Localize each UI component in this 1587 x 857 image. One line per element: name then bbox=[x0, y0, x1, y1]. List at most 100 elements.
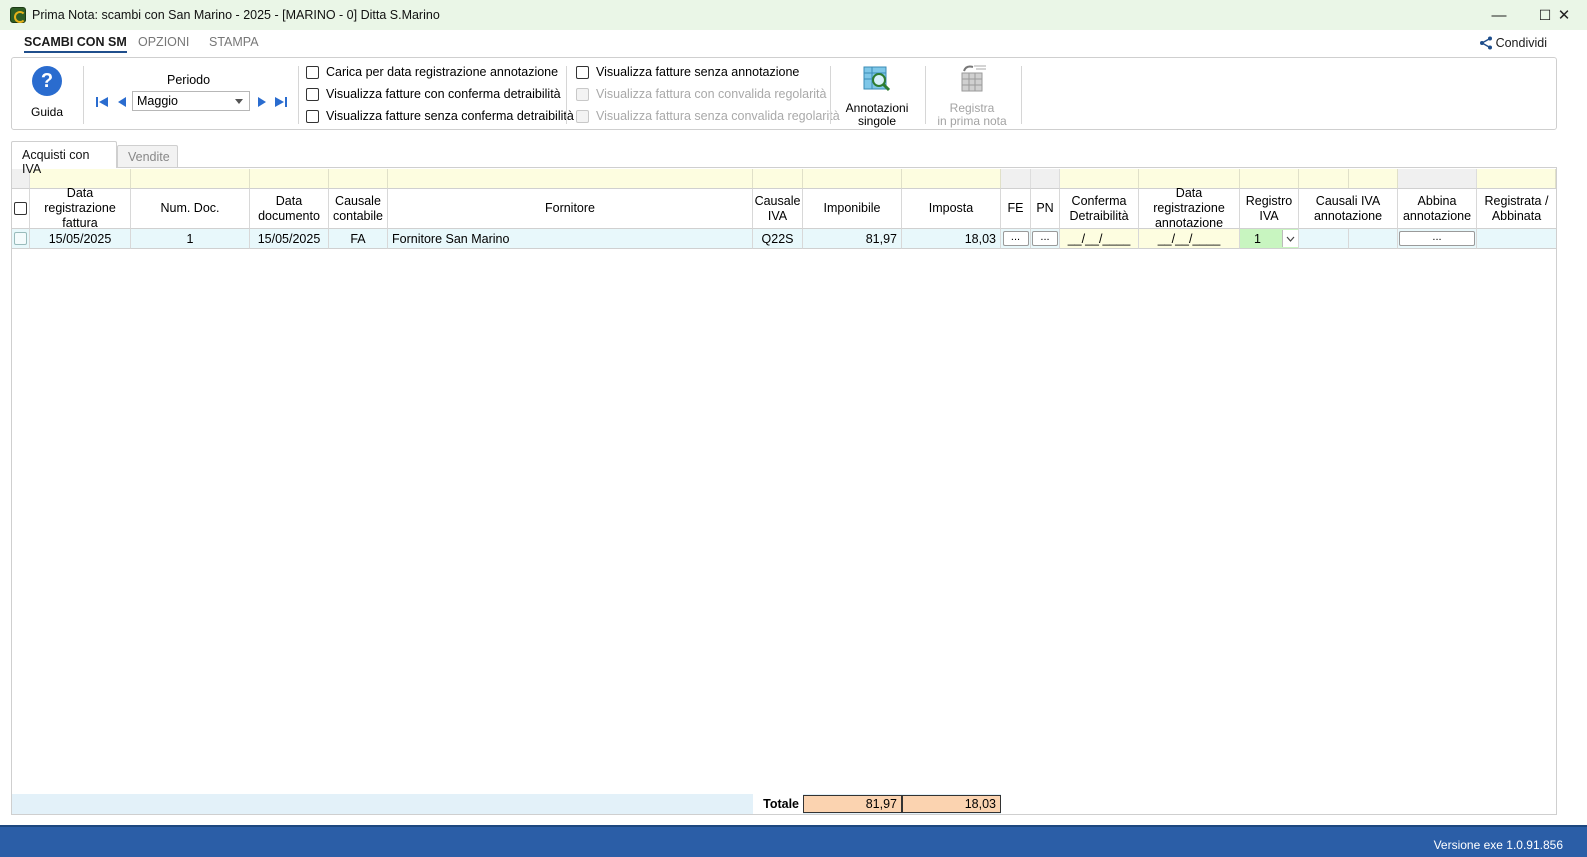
cell-fornitore[interactable]: Fornitore San Marino bbox=[388, 229, 753, 249]
header-causale-contabile[interactable]: Causale contabile bbox=[329, 188, 388, 229]
cell-registro-iva[interactable]: 1 bbox=[1240, 229, 1299, 249]
filter-cell[interactable] bbox=[753, 169, 803, 188]
header-causali-iva-annotazione[interactable]: Causali IVA annotazione bbox=[1299, 188, 1398, 229]
previous-period-button[interactable] bbox=[114, 95, 130, 109]
cell-data-reg-annotazione[interactable]: __/__/____ bbox=[1139, 229, 1240, 249]
filter-cell[interactable] bbox=[1240, 169, 1299, 188]
header-data-reg-annotazione[interactable]: Data registrazione annotazione bbox=[1139, 186, 1240, 230]
checkbox[interactable] bbox=[306, 109, 319, 123]
checkbox bbox=[576, 109, 589, 123]
header-line: IVA bbox=[1259, 208, 1279, 223]
filter-cell[interactable] bbox=[1299, 169, 1349, 188]
filter-cell[interactable] bbox=[902, 169, 1001, 188]
minimize-button[interactable]: — bbox=[1476, 0, 1522, 30]
checkbox-label: Visualizza fatture senza conferma detrai… bbox=[326, 109, 574, 123]
fe-button[interactable]: ... bbox=[1002, 231, 1029, 246]
header-imponibile[interactable]: Imponibile bbox=[803, 188, 902, 229]
cell-imponibile[interactable]: 81,97 bbox=[803, 229, 902, 249]
periodo-select[interactable]: Maggio bbox=[132, 91, 250, 111]
cell-imposta[interactable]: 18,03 bbox=[902, 229, 1001, 249]
help-icon: ? bbox=[32, 66, 62, 96]
chk-carica-data-registrazione[interactable]: Carica per data registrazione annotazion… bbox=[306, 65, 558, 79]
filter-cell[interactable] bbox=[1349, 169, 1398, 188]
tab-scambi-con-sm[interactable]: SCAMBI CON SM bbox=[24, 35, 127, 53]
filter-cell[interactable] bbox=[1477, 169, 1556, 188]
total-imponibile: 81,97 bbox=[803, 795, 902, 813]
data-grid: Data registrazione fattura Num. Doc. Data… bbox=[11, 167, 1557, 815]
share-label: Condividi bbox=[1495, 36, 1547, 50]
cell-registrata-abbinata[interactable] bbox=[1477, 229, 1556, 249]
guida-label: Guida bbox=[30, 105, 64, 119]
header-fornitore[interactable]: Fornitore bbox=[388, 188, 753, 229]
header-data-documento[interactable]: Data documento bbox=[250, 188, 329, 229]
header-num-doc[interactable]: Num. Doc. bbox=[131, 188, 250, 229]
header-causale-iva[interactable]: Causale IVA bbox=[753, 188, 803, 229]
share-button[interactable]: Condividi bbox=[1479, 36, 1547, 50]
first-period-button[interactable] bbox=[94, 95, 110, 109]
tab-stampa[interactable]: STAMPA bbox=[209, 35, 259, 49]
cell-conferma-detraibilita[interactable]: __/__/____ bbox=[1060, 229, 1139, 249]
ribbon-panel: ? Guida Periodo Maggio Carica per data r… bbox=[11, 57, 1557, 130]
chk-senza-conferma-detraibilita[interactable]: Visualizza fatture senza conferma detrai… bbox=[306, 109, 574, 123]
close-button[interactable]: ✕ bbox=[1544, 0, 1584, 30]
version-label: Versione exe 1.0.91.856 bbox=[1433, 838, 1563, 852]
checkbox[interactable] bbox=[306, 65, 319, 79]
registro-value: 1 bbox=[1254, 231, 1261, 246]
cell-pn: ... bbox=[1031, 229, 1060, 249]
row-checkbox[interactable] bbox=[14, 232, 27, 245]
header-registro-iva[interactable]: Registro IVA bbox=[1240, 188, 1299, 229]
filter-cell bbox=[1001, 169, 1031, 188]
chevron-down-icon bbox=[235, 99, 243, 104]
filter-cell[interactable] bbox=[131, 169, 250, 188]
pn-button[interactable]: ... bbox=[1032, 231, 1058, 246]
header-line: Conferma bbox=[1071, 193, 1127, 208]
filter-cell[interactable] bbox=[329, 169, 388, 188]
filter-cell[interactable] bbox=[250, 169, 329, 188]
header-abbina-annotazione[interactable]: Abbina annotazione bbox=[1398, 188, 1477, 229]
cell-causale-contabile[interactable]: FA bbox=[329, 229, 388, 249]
registra-label-2: in prima nota bbox=[937, 114, 1007, 128]
header-pn[interactable]: PN bbox=[1031, 188, 1060, 229]
checkbox[interactable] bbox=[576, 65, 589, 79]
select-all-checkbox[interactable] bbox=[14, 202, 27, 215]
cell-causali-iva-annotazione-2[interactable] bbox=[1349, 229, 1398, 249]
filter-cell[interactable] bbox=[1060, 169, 1139, 188]
ribbon-separator bbox=[83, 66, 84, 124]
header-registrata-abbinata[interactable]: Registrata / Abbinata bbox=[1477, 188, 1556, 229]
ribbon-separator bbox=[925, 66, 926, 124]
last-period-button[interactable] bbox=[273, 95, 289, 109]
totals-filler bbox=[1001, 794, 1556, 814]
cell-causale-iva[interactable]: Q22S bbox=[753, 229, 803, 249]
checkbox-label: Visualizza fatture con conferma detraibi… bbox=[326, 87, 561, 101]
header-line: Imponibile bbox=[823, 201, 881, 215]
filter-cell[interactable] bbox=[803, 169, 902, 188]
cell-data-documento[interactable]: 15/05/2025 bbox=[250, 229, 329, 249]
annotazioni-label-2: singole bbox=[857, 114, 897, 128]
header-data-registrazione[interactable]: Data registrazione fattura bbox=[30, 186, 131, 230]
header-line: Data registrazione bbox=[44, 186, 116, 215]
chk-senza-convalida-regolarita: Visualizza fattura senza convalida regol… bbox=[576, 109, 840, 123]
header-line: Fornitore bbox=[544, 201, 596, 215]
cell-data-registrazione[interactable]: 15/05/2025 bbox=[30, 229, 131, 249]
checkbox-label: Visualizza fattura senza convalida regol… bbox=[596, 109, 840, 123]
guida-button[interactable]: ? Guida bbox=[22, 64, 72, 119]
chk-senza-annotazione[interactable]: Visualizza fatture senza annotazione bbox=[576, 65, 799, 79]
header-line: Num. Doc. bbox=[160, 201, 220, 215]
header-line: Imposta bbox=[928, 201, 974, 215]
header-fe[interactable]: FE bbox=[1001, 188, 1031, 229]
checkbox-label: Carica per data registrazione annotazion… bbox=[326, 65, 559, 79]
abbina-button[interactable]: ... bbox=[1399, 231, 1475, 246]
registro-dropdown-button[interactable] bbox=[1282, 230, 1298, 247]
checkbox[interactable] bbox=[306, 87, 319, 101]
cell-num-doc[interactable]: 1 bbox=[131, 229, 250, 249]
filter-cell[interactable] bbox=[388, 169, 753, 188]
header-conferma-detraibilita[interactable]: Conferma Detraibilità bbox=[1060, 188, 1139, 229]
next-period-button[interactable] bbox=[254, 95, 270, 109]
chk-con-conferma-detraibilita[interactable]: Visualizza fatture con conferma detraibi… bbox=[306, 87, 561, 101]
cell-causali-iva-annotazione-1[interactable] bbox=[1299, 229, 1349, 249]
tab-acquisti-con-iva[interactable]: Acquisti con IVA bbox=[11, 141, 117, 176]
header-imposta[interactable]: Imposta bbox=[902, 188, 1001, 229]
annotazioni-singole-button[interactable]: Annotazioni singole bbox=[837, 63, 917, 128]
tab-opzioni[interactable]: OPZIONI bbox=[138, 35, 189, 49]
tab-vendite[interactable]: Vendite bbox=[117, 145, 178, 168]
